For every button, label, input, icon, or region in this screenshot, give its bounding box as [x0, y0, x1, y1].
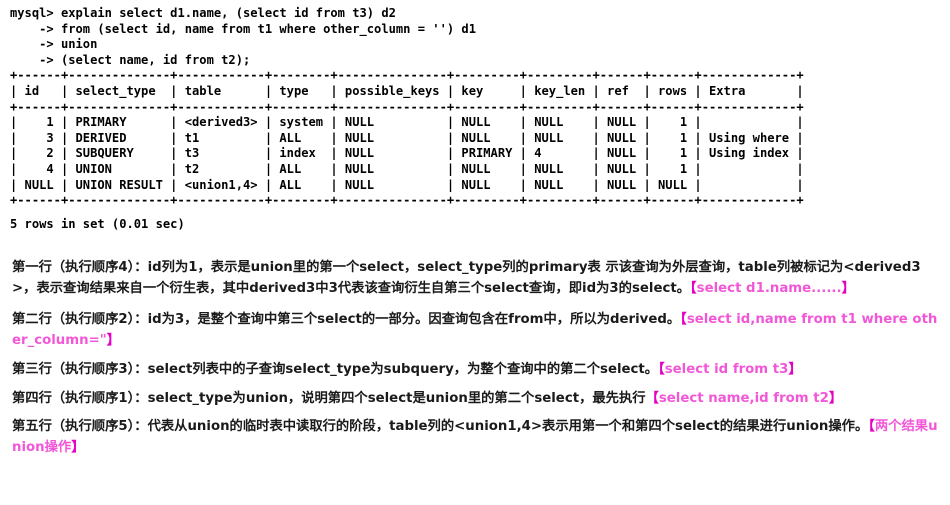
table-rule-bottom: +------+--------------+------------+----…	[10, 193, 804, 208]
mysql-terminal-output: mysql> explain select d1.name, (select i…	[0, 0, 950, 232]
paragraph-3-highlight: select id from t3	[664, 362, 789, 377]
paragraph-4-bracket-open: 【	[645, 390, 659, 406]
paragraph-4-highlight: select name,id from t2	[658, 390, 829, 406]
paragraph-1-bracket-close: 】	[841, 280, 855, 296]
mysql-prompt-line-1: mysql> explain select d1.name, (select i…	[10, 6, 396, 20]
paragraph-4-bracket-close: 】	[828, 390, 843, 406]
explanation-prose: 第一行（执行顺序4）：id列为1，表示是union里的第一个select，sel…	[12, 258, 938, 458]
paragraph-2-bracket-close: 】	[106, 332, 120, 348]
explanation-paragraph-1: 第一行（执行顺序4）：id列为1，表示是union里的第一个select，sel…	[12, 258, 938, 299]
table-row: | 1 | PRIMARY | <derived3> | system | NU…	[10, 115, 804, 130]
explanation-paragraph-3: 第三行（执行顺序3）：select列表中的子查询select_type为subq…	[12, 360, 938, 381]
table-header-row: | id | select_type | table | type | poss…	[10, 83, 804, 98]
explanation-paragraph-5: 第五行（执行顺序5）：代表从union的临时表中读取行的阶段，table列的<u…	[12, 417, 938, 458]
explanation-paragraph-2: 第二行（执行顺序2）：id为3，是整个查询中第三个select的一部分。因查询包…	[12, 310, 938, 351]
paragraph-2-bracket-open: 【	[680, 312, 687, 327]
paragraph-5-text: 第五行（执行顺序5）：代表从union的临时表中读取行的阶段，table列的<u…	[12, 419, 869, 434]
table-rule-mid: +------+--------------+------------+----…	[10, 99, 804, 114]
table-rule-top: +------+--------------+------------+----…	[10, 68, 804, 83]
paragraph-5-bracket-close: 】	[71, 439, 85, 455]
paragraph-3-text: 第三行（执行顺序3）：select列表中的子查询select_type为subq…	[12, 362, 659, 377]
paragraph-4-text: 第四行（执行顺序1）：select_type为union，说明第四个select…	[12, 390, 646, 406]
table-row: | 3 | DERIVED | t1 | ALL | NULL | NULL |…	[10, 130, 804, 145]
table-row: | NULL | UNION RESULT | <union1,4> | ALL…	[10, 177, 804, 192]
paragraph-1-highlight: select d1.name......	[696, 280, 842, 296]
paragraph-5-bracket-open: 【	[868, 419, 875, 434]
table-row: | 2 | SUBQUERY | t3 | index | NULL | PRI…	[10, 146, 804, 161]
result-footer: 5 rows in set (0.01 sec)	[10, 216, 185, 231]
paragraph-1-bracket-open: 【	[690, 280, 697, 296]
paragraph-3-bracket-close: 】	[788, 362, 802, 377]
mysql-prompt-line-4: -> (select name, id from t2);	[10, 52, 251, 67]
paragraph-2-text: 第二行（执行顺序2）：id为3，是整个查询中第三个select的一部分。因查询包…	[12, 312, 681, 327]
paragraph-3-bracket-open: 【	[658, 362, 665, 377]
mysql-prompt-line-2: -> from (select id, name from t1 where o…	[10, 21, 476, 36]
table-row: | 4 | UNION | t2 | ALL | NULL | NULL | N…	[10, 161, 804, 176]
explanation-paragraph-4: 第四行（执行顺序1）：select_type为union，说明第四个select…	[12, 389, 938, 410]
mysql-prompt-line-3: -> union	[10, 37, 98, 52]
